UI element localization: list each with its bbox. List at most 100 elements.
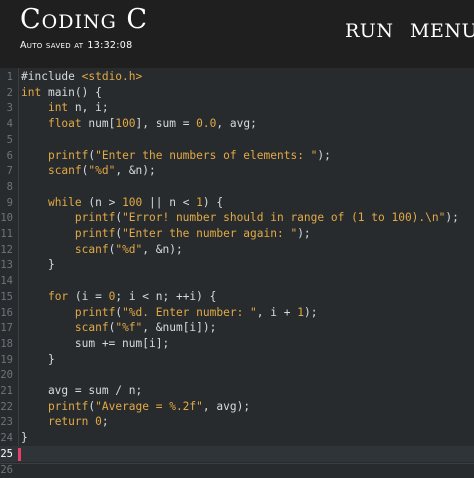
code-line[interactable]: 22 printf("Average = %.2f", avg); — [0, 399, 474, 415]
code-token: "%f" — [115, 321, 143, 335]
code-text: printf("Average = %.2f", avg); — [21, 399, 250, 415]
line-number: 21 — [0, 385, 13, 397]
code-token: (n > — [81, 195, 123, 209]
code-line[interactable]: 2 int main() { — [0, 85, 474, 101]
code-token: #include — [21, 70, 82, 83]
code-token: return — [47, 415, 89, 429]
line-number: 25 — [0, 447, 13, 460]
code-text: printf("%d. Enter number: ", i + 1); — [21, 305, 318, 321]
line-number: 1 — [6, 71, 13, 83]
line-number: 18 — [0, 337, 13, 350]
code-token: main() { — [47, 85, 102, 99]
code-text: avg = sum / n; — [21, 383, 142, 399]
code-token: printf — [74, 227, 116, 240]
line-number: 15 — [0, 290, 13, 303]
code-token: 1 — [297, 305, 304, 319]
code-token: printf — [74, 211, 116, 225]
code-text: scanf("%d", &n); — [21, 242, 183, 258]
line-number: 11 — [0, 228, 13, 240]
line-number: 19 — [0, 353, 13, 366]
code-line[interactable]: 11 printf("Enter the number again: "); — [0, 226, 474, 242]
code-token: n, i; — [74, 101, 109, 115]
line-number: 8 — [6, 180, 13, 193]
code-token: } — [21, 258, 55, 272]
code-token: printf — [47, 148, 89, 162]
code-text: printf("Enter the number again: "); — [21, 226, 311, 242]
code-token: "Enter the number again: " — [122, 227, 298, 240]
code-token: while — [47, 195, 82, 209]
code-line[interactable]: 18 sum += num[i]; — [0, 336, 474, 352]
autosave-time: 13:32:08 — [87, 40, 133, 51]
code-line[interactable]: 16 printf("%d. Enter number: ", i + 1); — [0, 305, 474, 321]
code-line[interactable]: 9 while (n > 100 || n < 1) { — [0, 195, 474, 211]
code-token: num[ — [88, 117, 116, 131]
code-line[interactable]: 21 avg = sum / n; — [0, 383, 474, 399]
code-token: scanf — [47, 164, 82, 178]
code-line[interactable]: 24} — [0, 430, 474, 446]
code-line[interactable]: 25 — [0, 445, 474, 462]
code-token: 100 — [122, 195, 143, 209]
code-line[interactable]: 14 — [0, 273, 474, 289]
line-number: 20 — [0, 369, 13, 382]
code-token: 0.0 — [196, 117, 217, 131]
code-line[interactable]: 5 — [0, 132, 474, 148]
code-token: } — [21, 352, 55, 366]
code-line[interactable]: 13 } — [0, 257, 474, 273]
code-token: || n < — [142, 195, 197, 209]
line-number: 22 — [0, 400, 13, 413]
code-line[interactable]: 19 } — [0, 352, 474, 368]
text-cursor — [18, 448, 21, 461]
code-token: ; — [101, 415, 109, 429]
code-token: 1 — [196, 195, 203, 209]
code-token: "Average = %.2f" — [95, 399, 203, 413]
code-line[interactable]: 7 scanf("%d", &n); — [0, 163, 474, 179]
code-token: int — [47, 101, 75, 115]
code-line[interactable]: 23 return 0; — [0, 414, 474, 430]
code-line[interactable]: 20 — [0, 367, 474, 383]
line-number: 5 — [6, 133, 13, 146]
code-line[interactable]: 8 — [0, 179, 474, 195]
line-number: 23 — [0, 416, 13, 429]
line-number: 9 — [6, 196, 13, 209]
code-token: avg = sum / n; — [21, 384, 143, 397]
code-text: scanf("%f", &num[i]); — [21, 320, 216, 336]
menu-button[interactable]: MENU — [410, 20, 474, 42]
line-number: 17 — [0, 322, 13, 335]
code-text: int main() { — [21, 85, 102, 101]
code-text: printf("Enter the numbers of elements: "… — [21, 148, 331, 164]
code-token: float — [47, 117, 89, 131]
code-token: , &n); — [142, 242, 183, 256]
line-number: 3 — [6, 102, 13, 115]
code-line[interactable]: 12 scanf("%d", &n); — [0, 242, 474, 258]
code-token: , &num[i]); — [142, 321, 217, 335]
code-line[interactable]: 10 printf("Error! number should in range… — [0, 210, 474, 226]
code-token: ); — [303, 305, 318, 319]
code-text: return 0; — [21, 414, 109, 430]
line-number: 10 — [0, 212, 13, 225]
line-number: 2 — [6, 86, 13, 99]
code-token: , i + — [256, 305, 298, 319]
code-token: printf — [47, 399, 89, 413]
code-line[interactable]: 3 int n, i; — [0, 100, 474, 116]
code-line[interactable]: 1 #include <stdio.h> — [0, 69, 474, 85]
code-line[interactable]: 4 float num[100], sum = 0.0, avg; — [0, 116, 474, 132]
code-token: <stdio.h> — [81, 70, 143, 83]
code-token: "%d. Enter number: " — [122, 305, 257, 319]
code-token: scanf — [74, 321, 109, 335]
run-button[interactable]: RUN — [345, 20, 393, 42]
code-token: ); — [445, 211, 459, 225]
code-line[interactable]: 6 printf("Enter the numbers of elements:… — [0, 148, 474, 164]
code-token: , &n); — [115, 164, 156, 178]
code-token: "Error! number should in range of (1 to … — [122, 211, 446, 225]
code-token: for — [47, 289, 69, 303]
code-line[interactable]: 15 for (i = 0; i < n; ++i) { — [0, 289, 474, 305]
code-line[interactable]: 17 scanf("%f", &num[i]); — [0, 320, 474, 336]
